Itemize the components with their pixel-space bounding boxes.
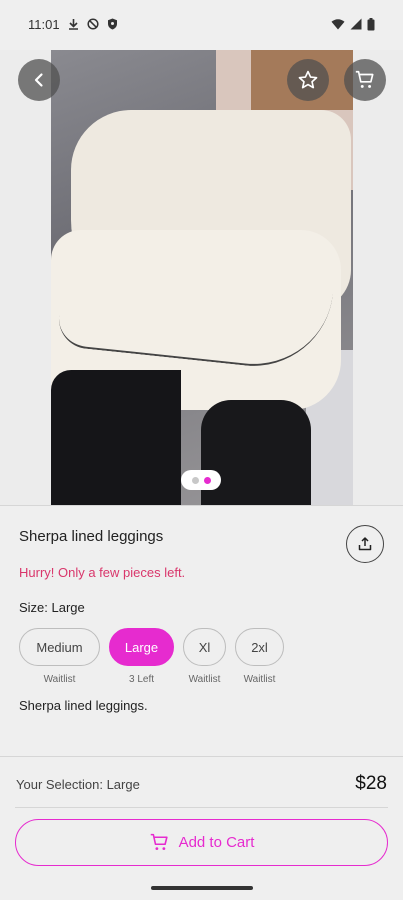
add-to-cart-button[interactable]: Add to Cart: [15, 819, 388, 866]
shield-icon: [107, 18, 117, 30]
product-description: Sherpa lined leggings.: [19, 698, 148, 713]
favorite-button[interactable]: [287, 59, 329, 101]
star-icon: [298, 70, 318, 89]
divider: [0, 505, 403, 506]
size-option-xl: Xl Waitlist: [183, 628, 226, 685]
back-icon: [34, 73, 43, 87]
share-icon: [358, 537, 372, 551]
size-chip-large[interactable]: Large: [109, 628, 174, 666]
cart-icon: [150, 833, 168, 851]
carousel-indicator: [181, 470, 221, 490]
home-indicator[interactable]: [151, 886, 253, 890]
wifi-icon: [331, 19, 345, 30]
size-chip-medium[interactable]: Medium: [19, 628, 100, 666]
share-button[interactable]: [346, 525, 384, 563]
back-button[interactable]: [18, 59, 60, 101]
low-stock-alert: Hurry! Only a few pieces left.: [19, 565, 186, 580]
size-chip-2xl[interactable]: 2xl: [235, 628, 284, 666]
carousel-dot[interactable]: [191, 476, 199, 484]
size-option-2xl: 2xl Waitlist: [235, 628, 284, 685]
size-stock-medium: Waitlist: [43, 674, 76, 685]
size-stock-2xl: Waitlist: [243, 674, 276, 685]
size-option-medium: Medium Waitlist: [19, 628, 100, 685]
divider: [15, 807, 388, 808]
status-time: 11:01: [28, 16, 60, 32]
product-photo: [51, 50, 353, 505]
size-option-large: Large 3 Left: [109, 628, 174, 685]
signal-icon: [350, 18, 362, 30]
download-icon: [68, 19, 78, 30]
price: $28: [355, 773, 387, 794]
status-bar: 11:01: [0, 0, 403, 48]
product-title: Sherpa lined leggings: [19, 528, 164, 545]
selection-summary: Your Selection: Large: [16, 777, 140, 792]
add-to-cart-label: Add to Cart: [178, 834, 255, 851]
divider: [0, 756, 403, 757]
purchase-footer: Your Selection: Large $28 Add to Cart: [0, 756, 403, 900]
size-selector: Medium Waitlist Large 3 Left Xl Waitlist…: [19, 628, 284, 685]
size-chip-xl[interactable]: Xl: [183, 628, 226, 666]
carousel-dot-active[interactable]: [203, 476, 211, 484]
battery-icon: [367, 17, 375, 30]
block-icon: [87, 18, 99, 30]
product-image-carousel[interactable]: [0, 50, 403, 505]
size-stock-xl: Waitlist: [188, 674, 221, 685]
cart-button[interactable]: [344, 59, 386, 101]
cart-icon: [355, 70, 374, 88]
size-stock-large: 3 Left: [128, 674, 155, 685]
size-label: Size: Large: [19, 600, 85, 615]
